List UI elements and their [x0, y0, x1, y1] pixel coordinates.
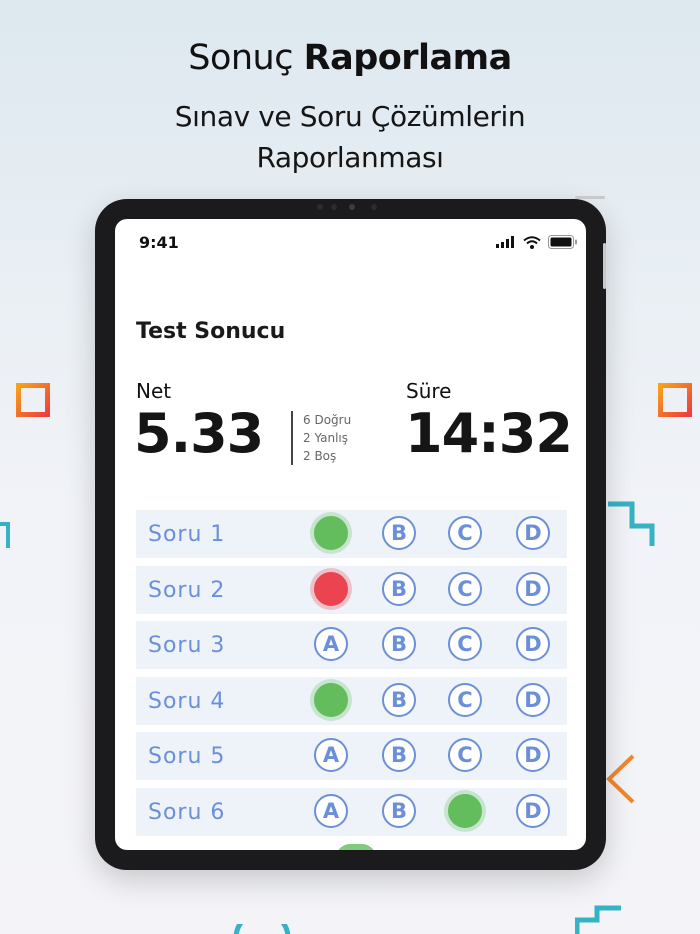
option-c-button[interactable]: C: [448, 627, 482, 661]
orange-chevron-decoration: [606, 754, 635, 804]
app-screen: 9:41 Test Sonucu Net 5.33 6 Doğru 2 Yanl…: [115, 219, 586, 850]
option-a-button[interactable]: A: [314, 682, 348, 717]
question-label: Soru 2: [148, 577, 226, 603]
option-d-button[interactable]: D: [516, 793, 550, 828]
question-label: Soru 1: [148, 522, 226, 547]
question-row: Soru 1 ABCD: [136, 510, 567, 558]
question-label: Soru 5: [148, 744, 226, 769]
blank-count: 2 Boş: [303, 449, 337, 463]
orange-square-left-decoration: [16, 383, 50, 417]
net-value: 5.33: [134, 402, 264, 465]
option-d-button[interactable]: D: [516, 571, 550, 606]
net-label: Net: [136, 379, 172, 403]
option-b-button[interactable]: B: [382, 516, 416, 550]
option-c-button[interactable]: C: [448, 738, 482, 772]
question-list: Soru 1ABCDSoru 2ABCDSoru 3ABCDSoru 4ABCD…: [136, 510, 567, 843]
option-b-button[interactable]: B: [382, 627, 416, 661]
answer-breakdown: 6 Doğru 2 Yanlış 2 Boş: [291, 411, 351, 465]
question-label: Soru 3: [148, 633, 226, 658]
volume-button: [603, 243, 606, 289]
wrong-count: 2 Yanlış: [303, 431, 349, 445]
page-subtitle-line1: Sınav ve Soru Çözümlerin: [174, 100, 526, 133]
option-a-button[interactable]: A: [314, 738, 348, 772]
option-d-button[interactable]: D: [516, 627, 550, 661]
orange-square-right-decoration: [658, 383, 692, 417]
question-row: Soru 3 ABCD: [136, 621, 567, 669]
question-label: Soru 6: [148, 799, 226, 825]
question-row: Soru 2 ABCD: [136, 565, 567, 614]
option-a-button[interactable]: A: [314, 627, 348, 661]
option-d-button[interactable]: D: [516, 516, 550, 550]
page-title-regular: Sonuç: [188, 38, 293, 78]
page-subtitle-line2: Raporlanması: [256, 141, 444, 174]
option-b-button[interactable]: B: [382, 738, 416, 772]
question-row: Soru 4 ABCD: [136, 676, 567, 725]
question-row: Soru 5 ABCD: [136, 732, 567, 780]
teal-step-left-decoration: [0, 522, 10, 548]
time-value: 14:32: [405, 402, 573, 465]
battery-icon: [548, 235, 577, 249]
page-title-bold: Raporlama: [303, 38, 513, 78]
status-bar-time: 9:41: [139, 233, 179, 252]
result-title: Test Sonucu: [136, 319, 286, 344]
option-d-button[interactable]: D: [516, 682, 550, 717]
option-b-button[interactable]: B: [382, 682, 416, 717]
option-c-button[interactable]: C: [448, 682, 482, 717]
wifi-icon: [523, 235, 541, 249]
correct-count: 6 Doğru: [303, 413, 352, 427]
option-b-button[interactable]: B: [382, 793, 416, 828]
option-c-button[interactable]: C: [448, 793, 482, 828]
option-d-button[interactable]: D: [516, 738, 550, 772]
teal-step-right-decoration: [608, 501, 655, 546]
question-label: Soru 4: [148, 688, 226, 714]
teal-arc-bottom-decoration: [233, 924, 291, 934]
option-a-button[interactable]: A: [314, 793, 348, 828]
option-a-button[interactable]: A: [314, 516, 348, 550]
time-label: Süre: [406, 379, 452, 403]
status-bar-icons: [496, 235, 578, 249]
teal-step-bottom-decoration: [575, 905, 621, 934]
next-row-partial: [336, 844, 376, 850]
page-title: Sonuç Raporlama: [0, 38, 700, 78]
option-c-button[interactable]: C: [448, 571, 482, 606]
option-b-button[interactable]: B: [382, 571, 416, 606]
question-row: Soru 6 ABCD: [136, 787, 567, 836]
signal-icon: [496, 236, 514, 248]
option-c-button[interactable]: C: [448, 516, 482, 550]
option-a-button[interactable]: A: [314, 571, 348, 606]
tablet-device-frame: 9:41 Test Sonucu Net 5.33 6 Doğru 2 Yanl…: [95, 196, 606, 870]
power-button: [575, 196, 605, 199]
camera-sensors: [315, 203, 387, 211]
